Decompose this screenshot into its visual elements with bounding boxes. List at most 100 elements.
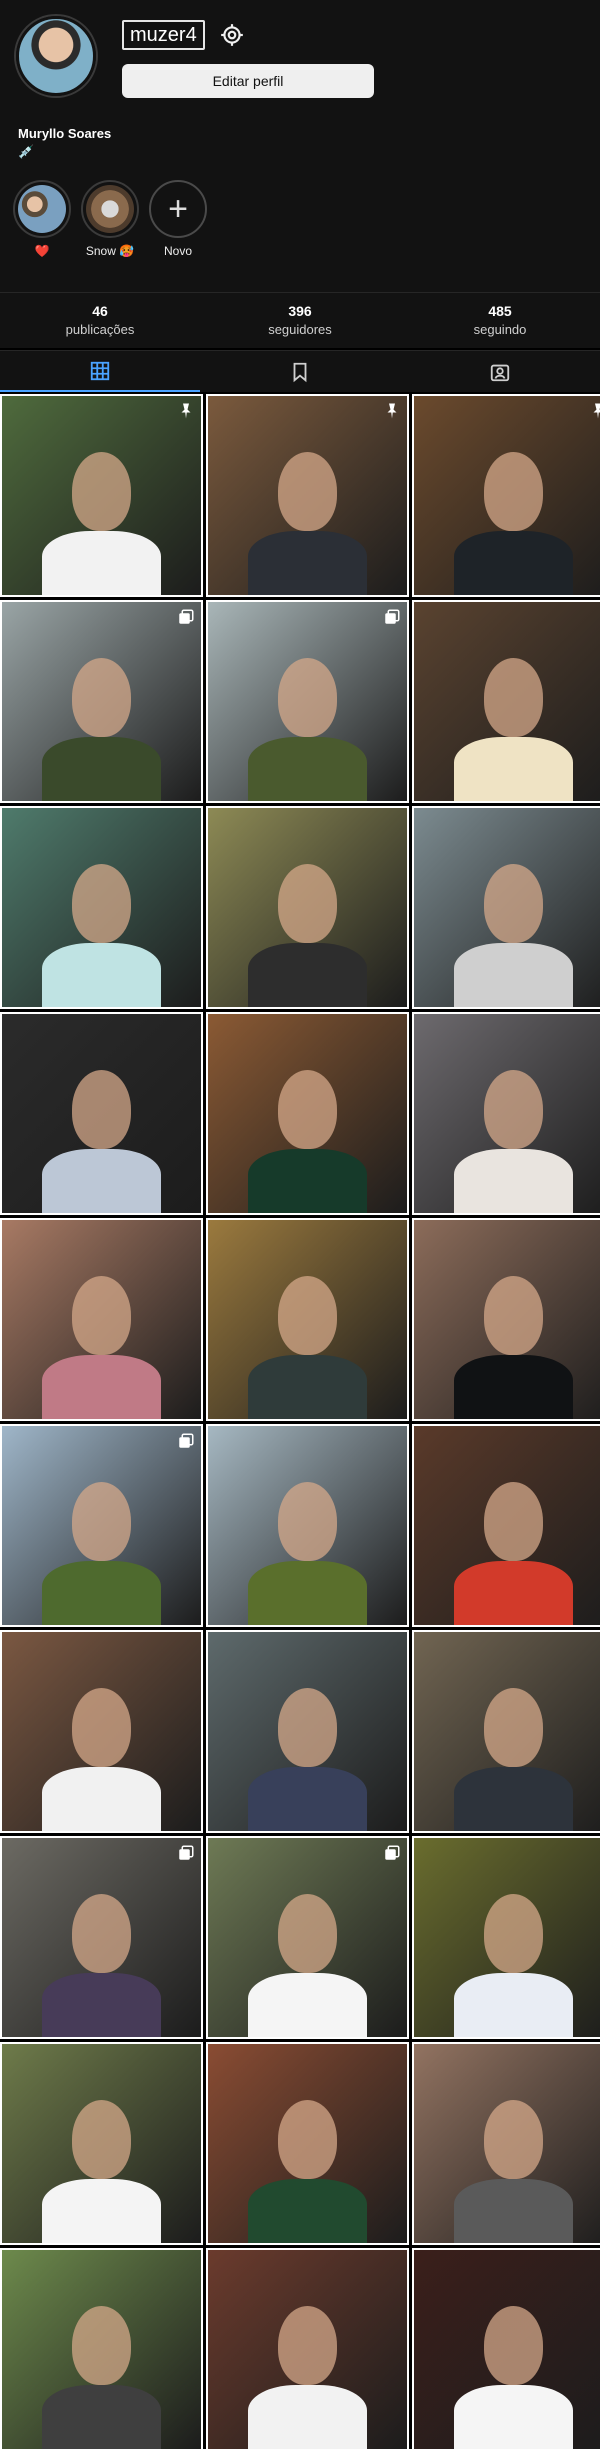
post-tile[interactable] (206, 394, 409, 597)
photo-subject (453, 943, 574, 1007)
tab-grid[interactable] (0, 351, 200, 392)
post-tile[interactable] (412, 1630, 600, 1833)
saved-icon (293, 362, 307, 382)
photo-subject (247, 2179, 368, 2243)
photo-subject (41, 1973, 162, 2037)
photo-subject (483, 1687, 544, 1768)
post-tile[interactable] (206, 1218, 409, 1421)
post-tile[interactable] (206, 2042, 409, 2245)
grid-icon (90, 361, 110, 380)
stat-posts[interactable]: 46 publicações (0, 293, 200, 348)
post-tile[interactable] (0, 1012, 203, 1215)
post-tile[interactable] (412, 1012, 600, 1215)
story-highlight-snow[interactable]: Snow 🥵 (78, 180, 142, 258)
story-label: Novo (163, 244, 192, 258)
pin-icon (593, 403, 600, 419)
photo-subject (277, 863, 338, 944)
post-tile[interactable] (412, 2248, 600, 2449)
stat-followers[interactable]: 396 seguidores (200, 293, 400, 348)
photo-subject (277, 1481, 338, 1562)
profile-header: muzer4 Editar perfil Muryllo Soares 💉 ❤️… (0, 0, 600, 300)
photo-subject (453, 2385, 574, 2449)
profile-avatar[interactable] (16, 16, 96, 96)
post-tile[interactable] (206, 1424, 409, 1627)
photo-subject (277, 1893, 338, 1974)
photo-subject (247, 1149, 368, 1213)
photo-subject (247, 1973, 368, 2037)
post-tile[interactable] (412, 806, 600, 1009)
photo-subject (41, 1767, 162, 1831)
photo-subject (71, 1893, 132, 1974)
story-label: Snow 🥵 (85, 244, 135, 258)
story-thumbnail (18, 185, 66, 233)
photo-subject (483, 451, 544, 532)
post-tile[interactable] (412, 394, 600, 597)
photo-subject (41, 2179, 162, 2243)
post-tile[interactable] (0, 2248, 203, 2449)
photo-subject (483, 1275, 544, 1356)
photo-subject (41, 737, 162, 801)
post-tile[interactable] (206, 1836, 409, 2039)
post-tile[interactable] (0, 2042, 203, 2245)
post-tile[interactable] (0, 600, 203, 803)
pin-icon (387, 403, 397, 419)
photo-subject (247, 943, 368, 1007)
post-tile[interactable] (206, 1012, 409, 1215)
photo-subject (483, 863, 544, 944)
post-tile[interactable] (412, 1218, 600, 1421)
post-tile[interactable] (206, 1630, 409, 1833)
post-tile[interactable] (412, 1836, 600, 2039)
photo-subject (71, 1275, 132, 1356)
photo-subject (453, 1767, 574, 1831)
photo-subject (483, 2099, 544, 2180)
post-tile[interactable] (206, 600, 409, 803)
post-tile[interactable] (0, 1836, 203, 2039)
photo-subject (247, 531, 368, 595)
photo-subject (247, 1767, 368, 1831)
carousel-icon (179, 609, 194, 624)
username: muzer4 (122, 20, 205, 50)
stat-value: 396 (288, 303, 312, 319)
photo-subject (247, 1355, 368, 1419)
post-tile[interactable] (206, 2248, 409, 2449)
story-highlight-heart[interactable]: ❤️ (10, 180, 74, 258)
post-tile[interactable] (412, 1424, 600, 1627)
profile-tabs (0, 350, 600, 392)
post-tile[interactable] (0, 394, 203, 597)
story-label: ❤️ (34, 244, 50, 258)
post-tile[interactable] (0, 806, 203, 1009)
photo-subject (71, 863, 132, 944)
photo-subject (277, 657, 338, 738)
post-tile[interactable] (0, 1424, 203, 1627)
photo-subject (453, 531, 574, 595)
photo-subject (277, 1687, 338, 1768)
post-tile[interactable] (412, 600, 600, 803)
post-tile[interactable] (412, 2042, 600, 2245)
post-tile[interactable] (0, 1218, 203, 1421)
bio: 💉 (18, 144, 35, 159)
photo-subject (41, 1355, 162, 1419)
tab-tagged[interactable] (400, 351, 600, 392)
post-tile[interactable] (0, 1630, 203, 1833)
photo-subject (483, 657, 544, 738)
stat-following[interactable]: 485 seguindo (400, 293, 600, 348)
carousel-icon (385, 1845, 400, 1860)
stat-value: 46 (92, 303, 108, 319)
post-tile[interactable] (206, 806, 409, 1009)
stat-label: publicações (65, 322, 135, 337)
photo-subject (41, 1561, 162, 1625)
photo-subject (453, 1561, 574, 1625)
story-new[interactable]: + Novo (146, 180, 210, 258)
edit-profile-button[interactable]: Editar perfil (122, 64, 374, 98)
tab-saved[interactable] (200, 351, 400, 392)
photo-subject (483, 2305, 544, 2386)
stat-label: seguidores (268, 322, 332, 337)
gear-icon[interactable] (219, 22, 245, 48)
carousel-icon (385, 609, 400, 624)
photo-subject (247, 1561, 368, 1625)
photo-subject (41, 531, 162, 595)
photo-subject (71, 1069, 132, 1150)
photo-subject (483, 1481, 544, 1562)
photo-subject (41, 1149, 162, 1213)
photo-subject (71, 2305, 132, 2386)
